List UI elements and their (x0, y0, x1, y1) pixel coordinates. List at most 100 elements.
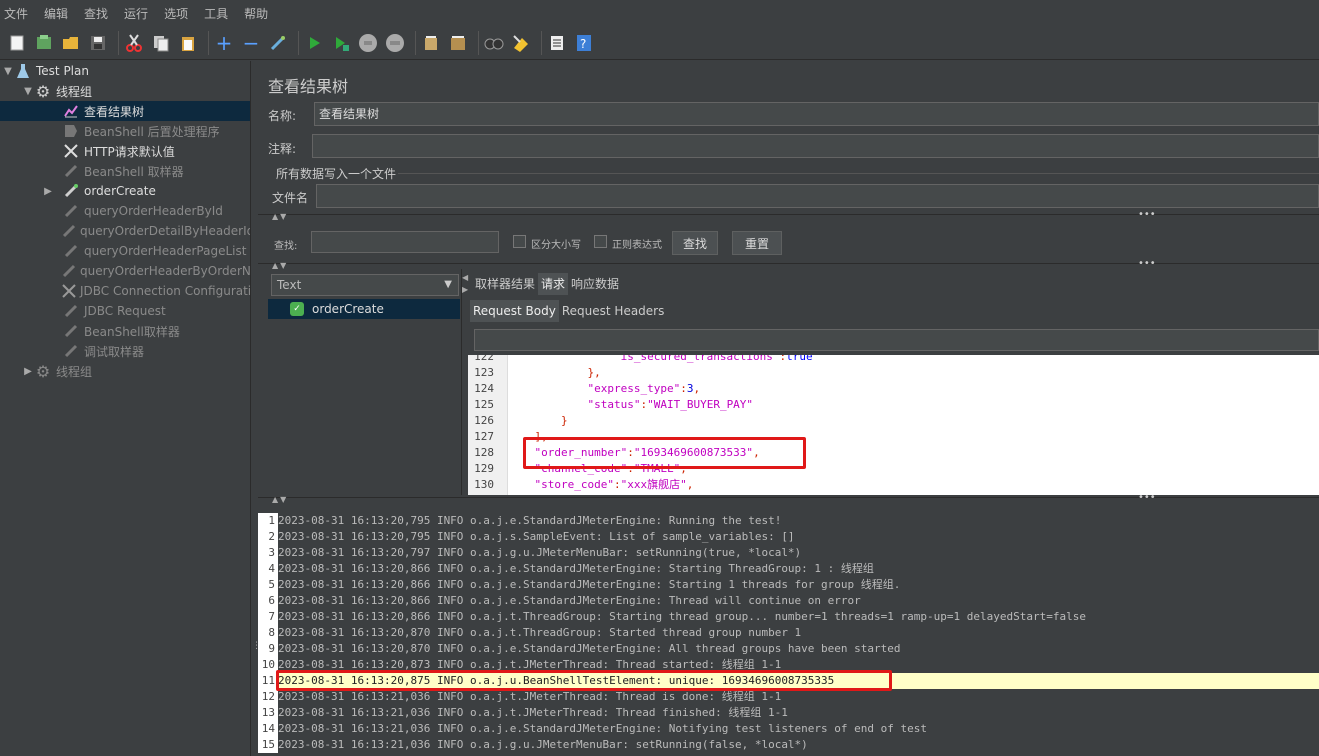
chevron-right-icon[interactable]: ▶ (42, 186, 54, 197)
help-icon[interactable]: ? (573, 32, 595, 54)
results-splitter[interactable]: ◀ ▶ (461, 269, 468, 495)
log-line-text: 2023-08-31 16:13:20,866 INFO o.a.j.e.Sta… (278, 578, 901, 591)
regex-checkbox[interactable] (594, 235, 607, 248)
line-number: 130 (474, 478, 494, 491)
filename-label: 文件名 (272, 191, 309, 205)
tab-request-headers[interactable]: Request Headers (559, 300, 668, 322)
pipette-icon (62, 263, 76, 279)
log-line-text: 2023-08-31 16:13:20,870 INFO o.a.j.t.Thr… (278, 626, 802, 639)
log-line: 4 2023-08-31 16:13:20,866 INFO o.a.j.e.St… (258, 561, 1319, 577)
tree-item-order-create[interactable]: ▶ orderCreate (0, 181, 250, 201)
chevron-down-icon[interactable]: ▼ (2, 66, 14, 77)
tree-item-thread-group-2[interactable]: ▶ ⚙ 线程组 (0, 361, 250, 381)
annotation-box-unique-log (276, 670, 892, 691)
tab-response-data[interactable]: 响应数据 (568, 273, 622, 295)
expand-icon[interactable]: + (213, 31, 235, 55)
toolbar: + − ? (0, 26, 1319, 60)
clear-all-icon[interactable] (447, 32, 469, 54)
start-icon[interactable] (303, 32, 325, 54)
chevron-down-icon[interactable]: ▼ (22, 86, 34, 97)
menu-search[interactable]: 查找 (82, 5, 110, 22)
tree-item-debug-sampler[interactable]: 调试取样器 (0, 341, 250, 361)
splitter-dots-icon: ••• (1138, 492, 1156, 503)
gear-icon: ⚙ (35, 361, 51, 381)
menu-tools[interactable]: 工具 (202, 5, 230, 22)
tree-item-thread-group[interactable]: ▼ ⚙ 线程组 (0, 81, 250, 101)
collapse-icon[interactable]: − (240, 31, 262, 55)
search-input[interactable] (311, 231, 499, 253)
menu-edit[interactable]: 编辑 (42, 5, 70, 22)
splitter-dots-icon: ••• (1138, 209, 1156, 220)
renderer-select[interactable]: Text ▼ (271, 274, 459, 296)
pipette-icon (62, 243, 80, 259)
open-icon[interactable] (60, 32, 82, 54)
menu-help[interactable]: 帮助 (242, 5, 270, 22)
templates-icon[interactable] (33, 32, 55, 54)
menu-run[interactable]: 运行 (122, 5, 150, 22)
tab-request-body[interactable]: Request Body (470, 300, 559, 322)
copy-icon[interactable] (150, 32, 172, 54)
log-viewer[interactable]: 1 2023-08-31 16:13:20,795 INFO o.a.j.e.St… (258, 513, 1319, 756)
editor-search-field[interactable] (474, 329, 1319, 351)
tree-item-jdbc-request[interactable]: JDBC Request (0, 301, 250, 321)
case-sensitive-checkbox[interactable] (513, 235, 526, 248)
code-line: 122 "is_secured_transactions":true (468, 355, 1319, 365)
tree-item-test-plan[interactable]: ▼ Test Plan (0, 61, 250, 81)
group-divider (398, 173, 1319, 174)
tab-sampler-result[interactable]: 取样器结果 (472, 273, 538, 295)
horizontal-splitter[interactable]: ▲▼ ••• (258, 258, 1319, 271)
toggle-icon[interactable] (267, 32, 289, 54)
comment-label: 注释: (268, 142, 297, 156)
paste-icon[interactable] (177, 32, 199, 54)
chevron-right-icon[interactable]: ▶ (22, 366, 34, 377)
save-icon[interactable] (87, 32, 109, 54)
splitter-arrows-icon: ▲▼ (272, 261, 289, 270)
find-button[interactable]: 查找 (672, 231, 718, 255)
menu-options[interactable]: 选项 (162, 5, 190, 22)
reset-button[interactable]: 重置 (732, 231, 782, 255)
start-no-pause-icon[interactable] (330, 32, 352, 54)
log-line-number: 12 (258, 689, 278, 705)
tree-item-beanshell-postprocessor[interactable]: BeanShell 后置处理程序 (0, 121, 250, 141)
log-line-number: 4 (258, 561, 278, 577)
tree-item-jdbc-config[interactable]: JDBC Connection Configuration (0, 281, 250, 301)
shutdown-icon[interactable] (384, 32, 406, 54)
reset-search-icon[interactable] (510, 32, 532, 54)
cut-icon[interactable] (123, 32, 145, 54)
splitter-arrows-icon: ▲▼ (272, 495, 289, 504)
comment-field[interactable] (312, 134, 1319, 158)
tree-item-beanshell-sampler-2[interactable]: BeanShell取样器 (0, 321, 250, 341)
log-line-number: 6 (258, 593, 278, 609)
log-line-text: 2023-08-31 16:13:20,866 INFO o.a.j.t.Thr… (278, 610, 1086, 623)
horizontal-splitter[interactable]: ▲▼ ••• (258, 209, 1319, 222)
tree-item-view-results-tree[interactable]: 查看结果树 (0, 101, 250, 121)
request-body-editor[interactable]: 122 "is_secured_transactions":true 123 },… (468, 355, 1319, 495)
stop-icon[interactable] (357, 32, 379, 54)
function-helper-icon[interactable] (546, 32, 568, 54)
filename-field[interactable] (316, 184, 1319, 208)
tab-request[interactable]: 请求 (538, 273, 569, 295)
tree-item-query-page-list[interactable]: queryOrderHeaderPageList (0, 241, 250, 261)
tree-item-query-by-id[interactable]: queryOrderHeaderById (0, 201, 250, 221)
code-line: 130 "store_code":"xxx旗舰店", (468, 477, 1319, 493)
log-line-number: 7 (258, 609, 278, 625)
tree-item-query-by-order-num[interactable]: queryOrderHeaderByOrderNum (0, 261, 250, 281)
tree-item-http-defaults[interactable]: HTTP请求默认值 (0, 141, 250, 161)
pipette-icon (62, 343, 80, 359)
log-line: 15 2023-08-31 16:13:21,036 INFO o.a.j.g.u… (258, 737, 1319, 753)
toolbar-separator (415, 30, 416, 55)
name-field[interactable]: 查看结果树 (314, 102, 1319, 126)
result-item-order-create[interactable]: ✓ orderCreate (268, 299, 460, 319)
flask-icon (14, 63, 32, 79)
tree-item-query-detail[interactable]: queryOrderDetailByHeaderId (0, 221, 250, 241)
horizontal-splitter[interactable]: ▲▼ ••• (258, 492, 1319, 505)
new-icon[interactable] (6, 32, 28, 54)
clear-icon[interactable] (420, 32, 442, 54)
vertical-splitter[interactable]: ⋮ (250, 61, 261, 756)
toolbar-separator (298, 30, 299, 55)
tree-item-beanshell-sampler[interactable]: BeanShell 取样器 (0, 161, 250, 181)
menu-file[interactable]: 文件 (2, 5, 30, 22)
log-line-number: 14 (258, 721, 278, 737)
log-line: 14 2023-08-31 16:13:21,036 INFO o.a.j.e.S… (258, 721, 1319, 737)
search-icon[interactable] (483, 32, 505, 54)
